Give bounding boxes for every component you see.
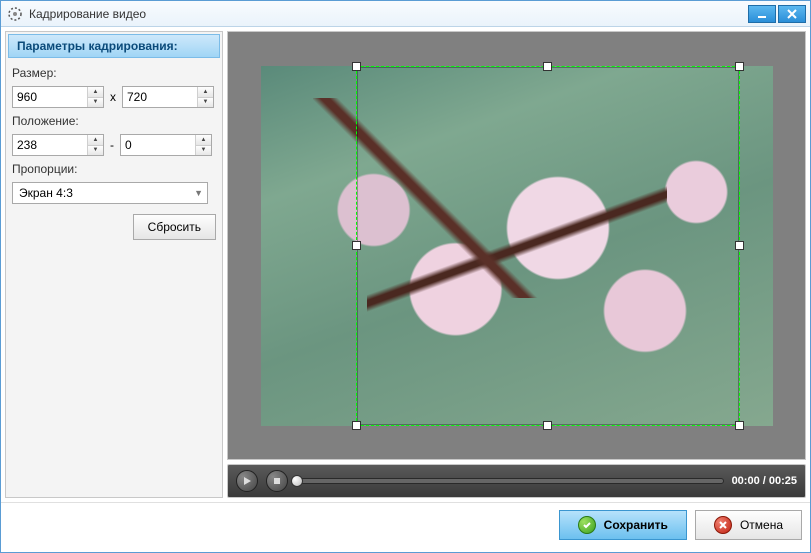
height-up[interactable]: ▲ [198, 87, 213, 98]
app-icon [7, 6, 23, 22]
minimize-button[interactable] [748, 5, 776, 23]
width-down[interactable]: ▼ [88, 98, 103, 108]
panel-header: Параметры кадрирования: [8, 34, 220, 58]
crop-handle-br[interactable] [735, 421, 744, 430]
chevron-down-icon: ▼ [194, 188, 203, 198]
aspect-label: Пропорции: [12, 162, 216, 176]
height-input[interactable] [123, 87, 197, 107]
pos-x-up[interactable]: ▲ [88, 135, 103, 146]
crop-handle-mr[interactable] [735, 241, 744, 250]
reset-button[interactable]: Сбросить [133, 214, 216, 240]
pos-y-down[interactable]: ▼ [196, 146, 211, 156]
video-frame [261, 66, 773, 426]
playback-bar: 00:00 / 00:25 [227, 464, 806, 498]
pos-x-down[interactable]: ▼ [88, 146, 103, 156]
pos-y-up[interactable]: ▲ [196, 135, 211, 146]
parameters-panel: Параметры кадрирования: Размер: ▲ ▼ x ▲ … [5, 31, 223, 498]
height-down[interactable]: ▼ [198, 98, 213, 108]
height-spinbox[interactable]: ▲ ▼ [122, 86, 214, 108]
width-up[interactable]: ▲ [88, 87, 103, 98]
play-icon [242, 476, 252, 486]
size-label: Размер: [12, 66, 216, 80]
pos-x-input[interactable] [13, 135, 87, 155]
close-button[interactable] [778, 5, 806, 23]
save-button[interactable]: Сохранить [559, 510, 687, 540]
crop-handle-tl[interactable] [352, 62, 361, 71]
play-button[interactable] [236, 470, 258, 492]
cancel-icon [714, 516, 732, 534]
titlebar: Кадрирование видео [1, 1, 810, 27]
pos-y-spinbox[interactable]: ▲ ▼ [120, 134, 212, 156]
seek-thumb[interactable] [291, 475, 303, 487]
crop-handle-tm[interactable] [543, 62, 552, 71]
cancel-button[interactable]: Отмена [695, 510, 802, 540]
time-display: 00:00 / 00:25 [732, 475, 797, 487]
crop-handle-bl[interactable] [352, 421, 361, 430]
crop-handle-ml[interactable] [352, 241, 361, 250]
stop-button[interactable] [266, 470, 288, 492]
aspect-select[interactable]: Экран 4:3 ▼ [12, 182, 208, 204]
stop-icon [272, 476, 282, 486]
pos-x-spinbox[interactable]: ▲ ▼ [12, 134, 104, 156]
width-input[interactable] [13, 87, 87, 107]
crop-handle-bm[interactable] [543, 421, 552, 430]
pos-y-input[interactable] [121, 135, 195, 155]
checkmark-icon [578, 516, 596, 534]
footer: Сохранить Отмена [1, 502, 810, 546]
position-label: Положение: [12, 114, 216, 128]
crop-handle-tr[interactable] [735, 62, 744, 71]
preview-area [227, 31, 806, 460]
seek-track[interactable] [296, 478, 724, 484]
crop-box[interactable] [356, 66, 740, 426]
pos-separator: - [108, 138, 116, 152]
window-title: Кадрирование видео [29, 7, 746, 21]
aspect-value: Экран 4:3 [19, 186, 73, 200]
size-separator: x [108, 90, 118, 104]
width-spinbox[interactable]: ▲ ▼ [12, 86, 104, 108]
